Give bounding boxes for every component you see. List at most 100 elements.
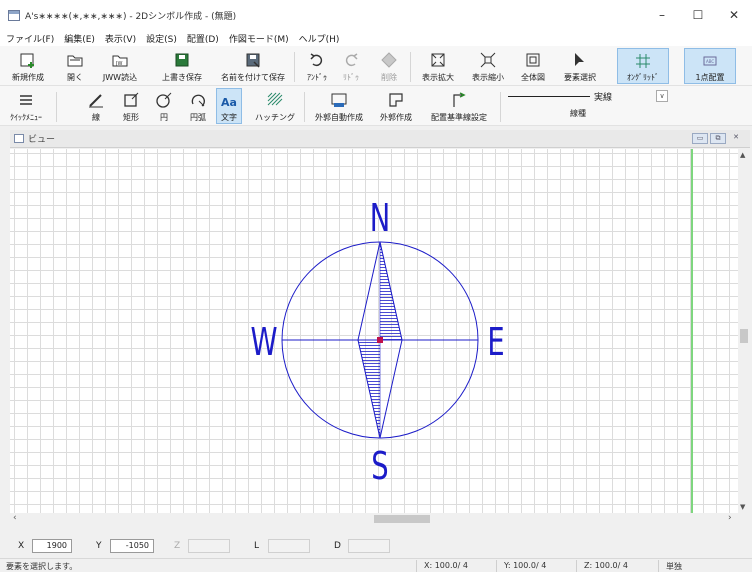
placement-line-button[interactable]: 配置基準線設定	[424, 88, 494, 124]
x-coord-label: X	[18, 541, 25, 551]
app-icon	[8, 9, 20, 21]
quick-menu-label: ｸｲｯｸﾒﾆｭｰ	[10, 113, 42, 122]
text-aa-icon: Aa	[219, 91, 239, 110]
one-point-icon: ABC	[700, 51, 720, 70]
save-icon	[172, 50, 192, 70]
undo-icon	[307, 50, 327, 70]
close-button[interactable]: ✕	[716, 0, 752, 30]
fit-all-label: 全体図	[521, 73, 545, 82]
status-separator	[658, 560, 659, 572]
outline-label: 外郭作成	[380, 113, 412, 122]
maximize-button[interactable]: ☐	[680, 0, 716, 30]
vertical-scrollbar[interactable]: ▲ ▼	[738, 149, 750, 513]
horizontal-scrollbar[interactable]: ‹ ›	[10, 513, 750, 525]
delete-button[interactable]: 削除	[374, 48, 404, 84]
menu-file[interactable]: ファイル(F)	[6, 32, 54, 45]
menu-edit[interactable]: 編集(E)	[64, 32, 95, 45]
jww-read-icon: JW	[110, 50, 130, 70]
scroll-right-icon[interactable]: ›	[728, 513, 732, 523]
circle-tool-button[interactable]: 円	[152, 88, 176, 124]
menu-view[interactable]: 表示(V)	[105, 32, 136, 45]
view-restore-button[interactable]: ⧉	[710, 133, 726, 144]
status-separator	[416, 560, 417, 572]
toolbar-separator	[294, 52, 295, 82]
new-label: 新規作成	[12, 73, 44, 82]
drawing-canvas[interactable]: N S W E	[10, 149, 738, 513]
new-button[interactable]: 新規作成	[6, 48, 50, 84]
toolbar-separator	[500, 92, 501, 122]
rect-tool-label: 矩形	[123, 113, 139, 122]
menu-settings[interactable]: 設定(S)	[146, 32, 177, 45]
hatching-tool-button[interactable]: ハッチング	[254, 88, 296, 124]
open-folder-icon	[65, 50, 85, 70]
status-separator	[576, 560, 577, 572]
grid-snap-icon	[633, 51, 653, 70]
scroll-left-icon[interactable]: ‹	[13, 513, 17, 523]
menu-placement[interactable]: 配置(D)	[187, 32, 219, 45]
status-z-grid: Z: 100.0/ 4	[584, 561, 628, 570]
l-length-field[interactable]	[268, 539, 310, 553]
auto-outline-label: 外郭自動作成	[315, 113, 363, 122]
jww-read-button[interactable]: JW JWW読込	[95, 48, 145, 84]
circle-icon	[154, 90, 174, 110]
fit-all-button[interactable]: 全体図	[516, 48, 550, 84]
status-x-grid: X: 100.0/ 4	[424, 561, 468, 570]
chevron-down-icon[interactable]: ∨	[656, 90, 668, 102]
view-controls: ▭ ⧉ ✕	[690, 133, 744, 144]
z-coord-label: Z	[174, 541, 181, 551]
auto-outline-button[interactable]: 外郭自動作成	[310, 88, 368, 124]
linetype-label: 線種	[570, 109, 586, 118]
line-tool-label: 線	[92, 113, 100, 122]
toolbar-separator	[410, 52, 411, 82]
text-tool-button[interactable]: Aa 文字	[216, 88, 242, 124]
undo-button[interactable]: ｱﾝﾄﾞｩ	[302, 48, 332, 84]
select-button[interactable]: 要素選択	[558, 48, 602, 84]
rect-tool-button[interactable]: 矩形	[118, 88, 144, 124]
cursor-arrow-icon	[570, 50, 590, 70]
compass-symbol: N S W E	[250, 195, 504, 488]
delete-label: 削除	[381, 73, 397, 82]
needle-south-hatch	[357, 339, 381, 439]
placement-line-icon	[449, 90, 469, 110]
redo-label: ﾘﾄﾞｩ	[343, 73, 359, 82]
horizontal-scroll-thumb[interactable]	[374, 515, 430, 523]
text-tool-label: 文字	[221, 113, 237, 122]
pen-line-icon	[86, 90, 106, 110]
redo-button[interactable]: ﾘﾄﾞｩ	[336, 48, 366, 84]
d-distance-field[interactable]	[348, 539, 390, 553]
south-label: S	[371, 443, 388, 488]
zoom-out-button[interactable]: 表示縮小	[466, 48, 510, 84]
zoom-in-button[interactable]: 表示拡大	[416, 48, 460, 84]
menu-bar: ファイル(F) 編集(E) 表示(V) 設定(S) 配置(D) 作図モード(M)…	[0, 30, 752, 46]
view-titlebar: ビュー ▭ ⧉ ✕	[10, 130, 750, 148]
circle-tool-label: 円	[160, 113, 168, 122]
zoom-out-icon	[478, 50, 498, 70]
minimize-button[interactable]: –	[644, 0, 680, 30]
menu-draw-mode[interactable]: 作図モード(M)	[229, 32, 289, 45]
outline-button[interactable]: 外郭作成	[376, 88, 416, 124]
x-coord-field[interactable]: 1900	[32, 539, 72, 553]
scroll-down-icon[interactable]: ▼	[740, 503, 745, 511]
menu-help[interactable]: ヘルプ(H)	[299, 32, 340, 45]
quick-menu-button[interactable]: ｸｲｯｸﾒﾆｭｰ	[6, 88, 46, 124]
z-coord-field[interactable]	[188, 539, 230, 553]
one-point-button[interactable]: ABC 1点配置	[684, 48, 736, 84]
vertical-scroll-thumb[interactable]	[740, 329, 748, 343]
save-as-button[interactable]: 名前を付けて保存	[218, 48, 288, 84]
open-button[interactable]: 開く	[60, 48, 90, 84]
rectangle-icon	[121, 90, 141, 110]
on-grid-button[interactable]: ｵﾝｸﾞﾘｯﾄﾞ	[617, 48, 669, 84]
y-coord-label: Y	[96, 541, 102, 551]
arc-tool-button[interactable]: 円弧	[184, 88, 212, 124]
status-mode: 単独	[666, 562, 682, 571]
window-title: A's∗∗∗∗(∗,∗∗,∗∗∗) - 2Dシンボル作成 - (無題)	[25, 11, 237, 22]
linetype-select[interactable]: 実線 ∨	[508, 90, 668, 104]
y-coord-field[interactable]: -1050	[110, 539, 154, 553]
center-marker	[377, 337, 383, 343]
line-tool-button[interactable]: 線	[84, 88, 108, 124]
overwrite-save-button[interactable]: 上書き保存	[160, 48, 204, 84]
scroll-up-icon[interactable]: ▲	[740, 151, 745, 159]
save-as-icon	[243, 50, 263, 70]
view-minimize-button[interactable]: ▭	[692, 133, 708, 144]
view-close-button[interactable]: ✕	[728, 133, 744, 144]
